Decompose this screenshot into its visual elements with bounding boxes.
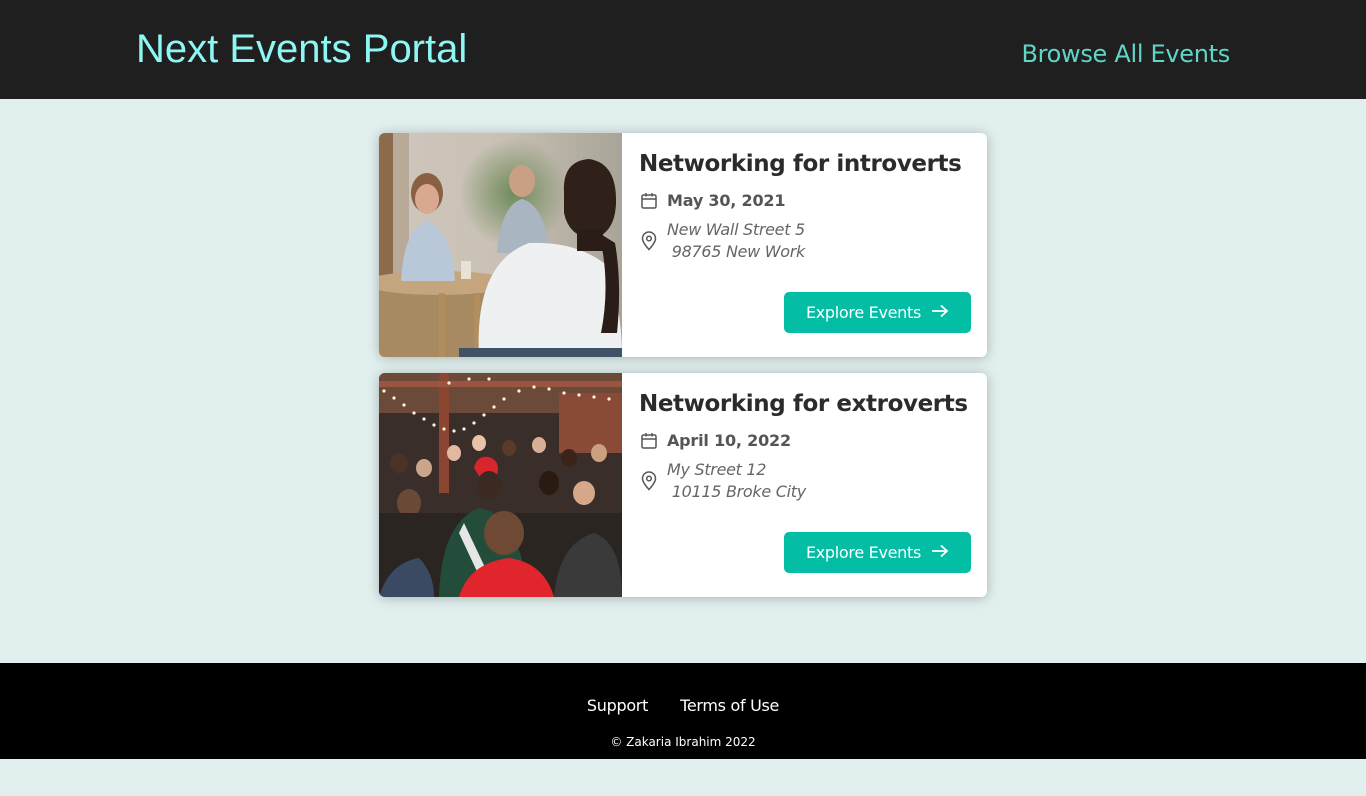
event-date-row: April 10, 2022 bbox=[639, 430, 971, 452]
event-card: Networking for introverts May 30, 2021 N… bbox=[379, 133, 987, 357]
arrow-right-icon bbox=[931, 303, 949, 322]
event-image-extroverts bbox=[379, 373, 622, 597]
event-title: Networking for introverts bbox=[639, 151, 962, 177]
arrow-right-icon bbox=[931, 543, 949, 562]
explore-events-label: Explore Events bbox=[805, 543, 922, 562]
event-date: April 10, 2022 bbox=[667, 431, 791, 450]
support-link[interactable]: Support bbox=[587, 695, 648, 717]
terms-of-use-link[interactable]: Terms of Use bbox=[680, 695, 779, 717]
event-address-row: New Wall Street 5 98765 New Work bbox=[639, 219, 971, 263]
event-date-row: May 30, 2021 bbox=[639, 190, 971, 212]
event-card: Networking for extroverts April 10, 2022 bbox=[379, 373, 987, 597]
event-title: Networking for extroverts bbox=[639, 391, 968, 417]
calendar-icon bbox=[639, 192, 659, 210]
event-address-row: My Street 12 10115 Broke City bbox=[639, 459, 971, 503]
location-pin-icon bbox=[639, 471, 659, 491]
events-list: Networking for introverts May 30, 2021 N… bbox=[379, 133, 987, 613]
browse-all-events-link[interactable]: Browse All Events bbox=[1021, 39, 1230, 69]
event-address: My Street 12 10115 Broke City bbox=[667, 460, 806, 501]
calendar-icon bbox=[639, 432, 659, 450]
explore-events-button[interactable]: Explore Events bbox=[784, 292, 971, 333]
site-footer: Support Terms of Use © Zakaria Ibrahim 2… bbox=[0, 663, 1366, 759]
explore-events-label: Explore Events bbox=[805, 303, 922, 322]
site-header: Next Events Portal Browse All Events bbox=[0, 0, 1366, 99]
event-date: May 30, 2021 bbox=[667, 191, 786, 210]
event-details: Networking for introverts May 30, 2021 N… bbox=[622, 133, 987, 357]
event-details: Networking for extroverts April 10, 2022 bbox=[622, 373, 987, 597]
event-address: New Wall Street 5 98765 New Work bbox=[667, 220, 806, 261]
explore-events-button[interactable]: Explore Events bbox=[784, 532, 971, 573]
copyright-text: © Zakaria Ibrahim 2022 bbox=[610, 735, 756, 749]
event-image-introverts bbox=[379, 133, 622, 357]
location-pin-icon bbox=[639, 231, 659, 251]
logo-link[interactable]: Next Events Portal bbox=[136, 26, 467, 72]
footer-nav: Support Terms of Use bbox=[0, 695, 1366, 717]
